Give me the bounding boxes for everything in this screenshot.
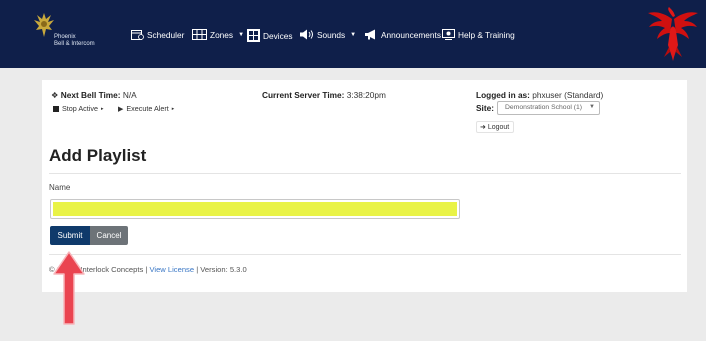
nav-zones-label: Zones — [210, 29, 234, 40]
nav-help[interactable]: Help & Training — [442, 29, 515, 40]
server-time-label: Current Server Time: — [262, 90, 345, 100]
logout-label: Logout — [487, 124, 510, 131]
logged-in-value: phxuser (Standard) — [532, 90, 604, 100]
divider — [49, 173, 681, 174]
version-text: | Version: 5.3.0 — [194, 265, 247, 274]
top-navbar: Phoenix Bell & Intercom Scheduler Zones … — [0, 0, 706, 68]
next-bell-label: Next Bell Time: — [60, 90, 121, 100]
submit-button[interactable]: Submit — [50, 226, 90, 245]
nav-zones[interactable]: Zones ▼ — [192, 29, 244, 40]
speaker-icon — [300, 29, 313, 40]
cancel-button[interactable]: Cancel — [90, 226, 128, 245]
play-icon: ▶ — [118, 105, 124, 113]
chevron-down-icon: ▼ — [238, 31, 245, 38]
nav-sounds-label: Sounds — [317, 29, 346, 40]
phoenix-bird-icon — [648, 7, 698, 61]
nav-scheduler[interactable]: Scheduler — [131, 29, 184, 40]
execute-alert-button[interactable]: ▶ Execute Alert ▸ — [118, 104, 174, 113]
brand-name: Phoenix Bell & Intercom — [54, 34, 95, 47]
server-time-info: Current Server Time: 3:38:20pm — [262, 90, 386, 100]
brand-logo[interactable] — [33, 11, 55, 41]
site-label: Site: — [476, 103, 494, 113]
calendar-icon — [131, 30, 144, 40]
stop-active-label: Stop Active — [62, 104, 98, 113]
site-select-value: Demonstration School (1) — [505, 104, 583, 111]
view-license-link[interactable]: View License — [149, 265, 194, 274]
server-time-value: 3:38:20pm — [346, 90, 386, 100]
annotation-arrow — [49, 250, 89, 332]
chevron-down-icon: ▼ — [350, 31, 357, 38]
site-select[interactable]: Demonstration School (1) ▼ — [497, 101, 600, 115]
grid-icon — [192, 29, 207, 40]
nav-scheduler-label: Scheduler — [147, 29, 185, 40]
nav-help-label: Help & Training — [458, 29, 515, 40]
logout-button[interactable]: ➜ Logout — [476, 121, 515, 133]
chevron-down-icon: ▼ — [589, 104, 595, 110]
nav-sounds[interactable]: Sounds ▼ — [300, 29, 356, 40]
red-arrow-icon — [53, 251, 85, 325]
nav-announcements-label: Announcements — [381, 29, 441, 40]
next-bell-info: ❖ Next Bell Time: N/A — [51, 90, 137, 100]
logged-in-info: Logged in as: phxuser (Standard) — [476, 90, 603, 100]
caret-right-icon: ▸ — [171, 105, 175, 112]
page-title: Add Playlist — [49, 146, 147, 165]
nav-devices[interactable]: Devices — [247, 29, 293, 42]
name-input[interactable] — [50, 199, 460, 219]
megaphone-icon — [365, 29, 375, 40]
stop-active-button[interactable]: Stop Active ▸ — [53, 104, 103, 113]
info-circle-icon: ❖ — [51, 90, 59, 100]
content-card: ❖ Next Bell Time: N/A Stop Active ▸ ▶ Ex… — [42, 80, 687, 292]
devices-icon — [247, 29, 260, 42]
next-bell-value: N/A — [122, 90, 137, 100]
divider — [49, 254, 681, 255]
caret-right-icon: ▸ — [100, 105, 104, 112]
nav-devices-label: Devices — [263, 30, 293, 41]
name-input-highlight — [53, 202, 457, 216]
logged-in-label: Logged in as: — [476, 90, 530, 100]
logout-icon: ➜ — [480, 124, 486, 131]
site-label-wrap: Site: — [476, 103, 494, 113]
stop-icon — [53, 105, 59, 112]
phoenix-bird-logo — [648, 7, 698, 63]
name-field-label: Name — [49, 183, 71, 192]
help-icon — [442, 29, 455, 40]
phoenix-logo-icon — [34, 13, 54, 37]
nav-announcements[interactable]: Announcements — [364, 29, 441, 40]
execute-alert-label: Execute Alert — [126, 104, 169, 113]
